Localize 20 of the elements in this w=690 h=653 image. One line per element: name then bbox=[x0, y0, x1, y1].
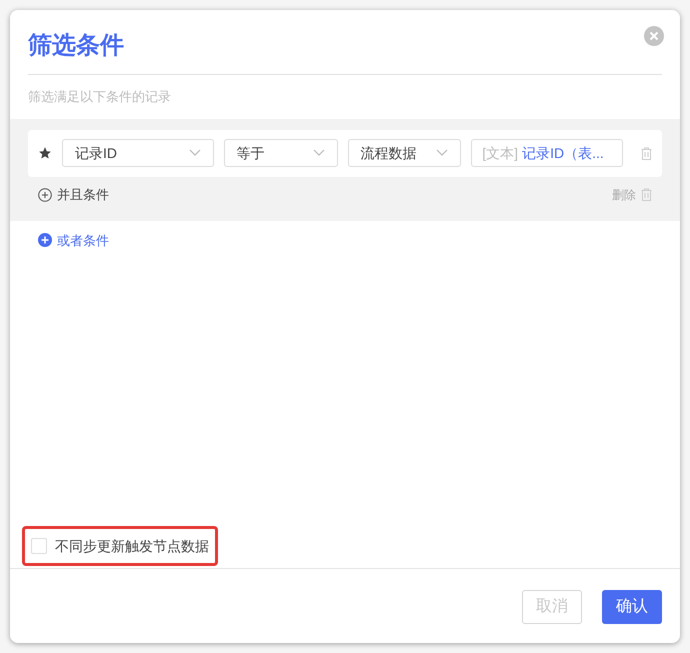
confirm-button[interactable]: 确认 bbox=[602, 590, 662, 624]
chevron-icon bbox=[188, 149, 201, 157]
dropdown[interactable]: 等于 bbox=[224, 139, 338, 167]
add-and-condition-button[interactable]: 并且条件 bbox=[38, 184, 109, 204]
trash-icon[interactable] bbox=[641, 146, 652, 160]
plus-circle-icon bbox=[38, 233, 52, 248]
close-icon[interactable] bbox=[644, 26, 664, 46]
dialog-title: 筛选条件 bbox=[28, 31, 124, 61]
chevron-icon bbox=[312, 149, 324, 157]
value-field[interactable]: [文本] 记录ID（表... bbox=[471, 139, 623, 167]
plus-circle-icon bbox=[38, 188, 52, 202]
chevron-icon bbox=[436, 149, 448, 157]
checkbox-label: 不同步更新触发节点数据 bbox=[55, 536, 209, 556]
dialog-subtitle: 筛选满足以下条件的记录 bbox=[28, 88, 172, 106]
checkbox[interactable] bbox=[31, 538, 47, 554]
dropdown[interactable]: 流程数据 bbox=[348, 139, 462, 167]
trash-icon[interactable] bbox=[641, 188, 652, 201]
dropdown[interactable]: 记录ID bbox=[62, 139, 214, 167]
star-icon bbox=[38, 146, 52, 160]
add-or-condition-button[interactable]: 或者条件 bbox=[38, 230, 109, 250]
